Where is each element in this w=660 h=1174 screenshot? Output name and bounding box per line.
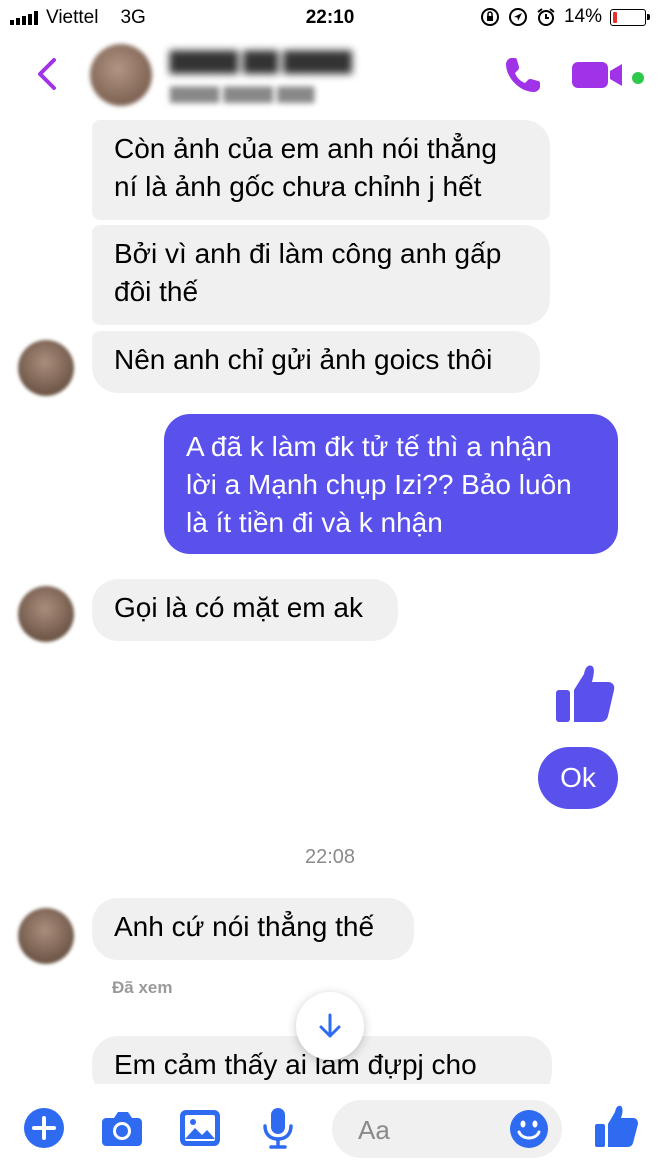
location-icon (508, 8, 527, 26)
message-line: Anh cứ nói thẳng thế (114, 911, 375, 942)
message-line: Gọi là có mặt em ak (114, 592, 363, 623)
message-bubble-sent[interactable]: A đã k làm đk tử tế thì a nhận lời a Mạn… (164, 414, 618, 554)
message-line: Nên anh chỉ gửi ảnh goics thôi (114, 344, 493, 375)
conversation-header: ▇▇▇▇ ▇▇ ▇▇▇▇ ▇▇▇▇ ▇▇▇▇ ▇▇▇ (0, 36, 660, 116)
seen-indicator: Đã xem (112, 978, 173, 997)
contact-status-blurred: ▇▇▇▇ ▇▇▇▇ ▇▇▇ (170, 86, 315, 103)
message-bubble[interactable]: Gọi là có mặt em ak (92, 579, 398, 641)
sender-avatar[interactable] (18, 586, 74, 642)
message-line: Bởi vì anh đi làm công anh gấp (114, 238, 502, 269)
message-line: lời a Mạnh chụp Izi?? Bảo luôn (186, 469, 572, 500)
phone-icon[interactable] (502, 54, 544, 96)
message-bubble[interactable]: Nên anh chỉ gửi ảnh goics thôi (92, 331, 540, 393)
message-bubble[interactable]: Anh cứ nói thẳng thế (92, 898, 414, 960)
message-composer (0, 1084, 660, 1174)
camera-icon[interactable] (100, 1106, 144, 1150)
contact-avatar[interactable] (90, 44, 152, 106)
plus-icon[interactable] (22, 1106, 66, 1150)
status-bar: Viettel 3G 22:10 14% (0, 0, 660, 36)
message-bubble[interactable]: Còn ảnh của em anh nói thẳng ní là ảnh g… (92, 120, 550, 220)
thumbs-up-send-icon[interactable] (592, 1102, 640, 1150)
message-line: là ít tiền đi và k nhận (186, 507, 443, 538)
message-line: Còn ảnh của em anh nói thẳng (114, 133, 497, 164)
message-line: Ok (560, 762, 596, 793)
online-status-dot (632, 72, 644, 84)
back-icon[interactable] (30, 54, 66, 94)
message-bubble[interactable]: Bởi vì anh đi làm công anh gấp đôi thế (92, 225, 550, 325)
contact-name-blurred[interactable]: ▇▇▇▇ ▇▇ ▇▇▇▇ (170, 48, 351, 74)
thumbs-up-icon[interactable] (552, 660, 618, 726)
alarm-icon (537, 8, 555, 26)
gallery-icon[interactable] (178, 1106, 222, 1150)
message-input[interactable] (356, 1110, 500, 1150)
sender-avatar[interactable] (18, 908, 74, 964)
message-bubble-sent[interactable]: Ok (538, 747, 618, 809)
message-line: đôi thế (114, 276, 199, 307)
message-line: ní là ảnh gốc chưa chỉnh j hết (114, 171, 482, 202)
message-input-field[interactable] (332, 1100, 562, 1158)
battery-percent: 14% (563, 6, 602, 27)
video-camera-icon[interactable] (572, 60, 626, 90)
orientation-lock-icon (480, 8, 499, 26)
timestamp-divider: 22:08 (304, 846, 356, 868)
sender-avatar[interactable] (18, 340, 74, 396)
microphone-icon[interactable] (256, 1106, 300, 1150)
message-line: A đã k làm đk tử tế thì a nhận (186, 431, 552, 462)
emoji-icon[interactable] (508, 1108, 550, 1150)
battery-icon (610, 8, 650, 26)
scroll-to-bottom-button[interactable] (296, 992, 364, 1060)
arrow-down-icon (319, 1013, 341, 1038)
